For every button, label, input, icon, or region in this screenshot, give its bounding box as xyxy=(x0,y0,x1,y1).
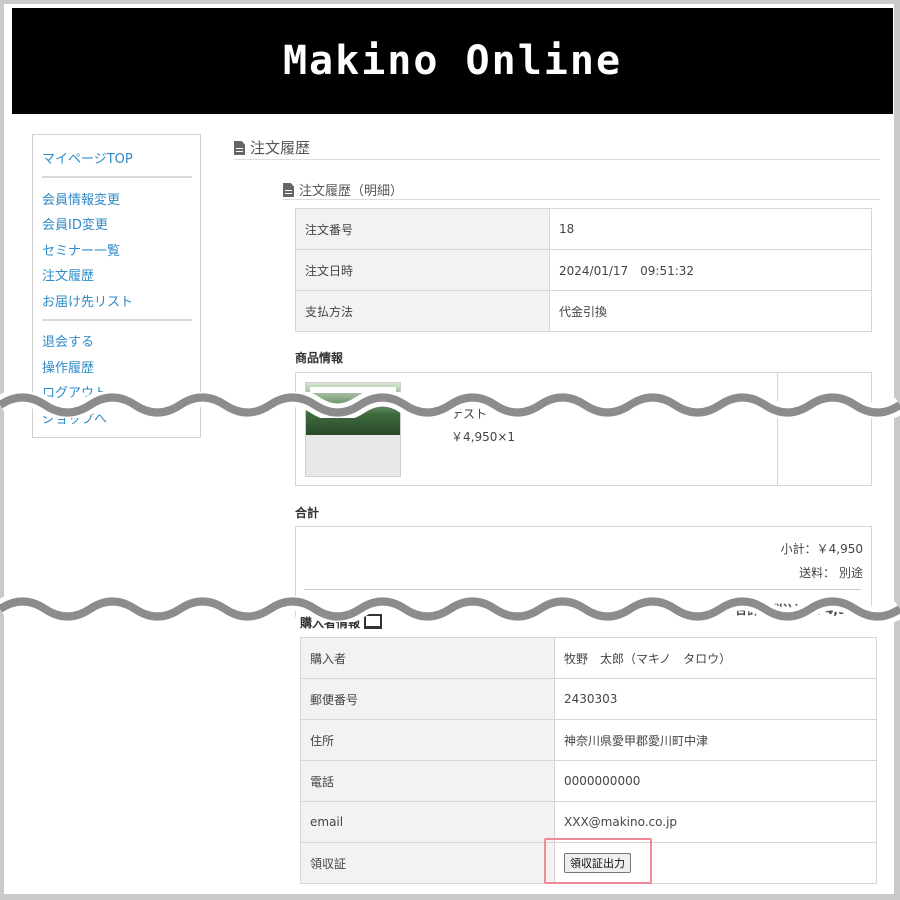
page-cut-wave-bottom xyxy=(0,596,900,622)
email-value: XXX@makino.co.jp xyxy=(554,801,877,843)
table-row: 注文日時 2024/01/17 09:51:32 xyxy=(295,249,872,291)
sidebar-item-operation-history[interactable]: 操作履歴 xyxy=(42,357,94,376)
sidebar-item-seminars[interactable]: セミナー一覧 xyxy=(42,240,120,259)
totals-divider xyxy=(304,589,861,590)
table-row: 注文番号 18 xyxy=(295,208,872,250)
shipping: 送料： 別途 xyxy=(799,566,863,580)
page-cut-wave-top xyxy=(0,392,900,418)
address-value: 神奈川県愛甲郡愛川町中津 xyxy=(554,719,877,761)
email-key: email xyxy=(300,801,555,843)
sidebar-item-mypage-top[interactable]: マイページTOP xyxy=(42,148,133,167)
column-divider xyxy=(777,373,778,485)
table-row: 電話 0000000000 xyxy=(300,760,877,802)
sidebar-divider xyxy=(42,176,192,178)
page-title: 注文履歴 xyxy=(234,137,880,160)
table-row: 購入者 牧野 太郎（マキノ タロウ） xyxy=(300,637,877,679)
page-frame: Makino Online マイページTOP 会員情報変更 会員ID変更 セミナ… xyxy=(4,4,894,894)
document-icon xyxy=(234,141,245,155)
product-item: テスト ￥4,950×1 xyxy=(295,372,872,486)
site-header: Makino Online xyxy=(12,8,893,114)
site-logo[interactable]: Makino Online xyxy=(283,38,622,84)
buyer-name-key: 購入者 xyxy=(300,637,555,679)
buyer-name-value: 牧野 太郎（マキノ タロウ） xyxy=(554,637,877,679)
receipt-key: 領収証 xyxy=(300,842,555,884)
phone-key: 電話 xyxy=(300,760,555,802)
table-row: 支払方法 代金引換 xyxy=(295,290,872,332)
page-subtitle: 注文履歴（明細） xyxy=(283,180,880,200)
order-info-table: 注文番号 18 注文日時 2024/01/17 09:51:32 支払方法 代金… xyxy=(295,208,872,332)
table-row: email XXX@makino.co.jp xyxy=(300,801,877,843)
table-row: 郵便番号 2430303 xyxy=(300,678,877,720)
receipt-button-highlight xyxy=(544,838,652,884)
order-date-key: 注文日時 xyxy=(295,249,550,291)
sidebar-item-member-info[interactable]: 会員情報変更 xyxy=(42,189,120,208)
order-number-key: 注文番号 xyxy=(295,208,550,250)
postal-code-value: 2430303 xyxy=(554,678,877,720)
sidebar-item-withdraw[interactable]: 退会する xyxy=(42,331,94,350)
payment-method-key: 支払方法 xyxy=(295,290,550,332)
subtotal: 小計：￥4,950 xyxy=(780,542,863,556)
sidebar-item-order-history[interactable]: 注文履歴 xyxy=(42,265,94,284)
order-date-value: 2024/01/17 09:51:32 xyxy=(549,249,872,291)
table-row: 住所 神奈川県愛甲郡愛川町中津 xyxy=(300,719,877,761)
sidebar-item-member-id[interactable]: 会員ID変更 xyxy=(42,214,108,233)
sidebar-item-address-list[interactable]: お届け先リスト xyxy=(42,291,133,310)
document-icon xyxy=(283,183,294,197)
phone-value: 0000000000 xyxy=(554,760,877,802)
postal-code-key: 郵便番号 xyxy=(300,678,555,720)
totals-heading: 合計 xyxy=(295,506,320,520)
page-title-text: 注文履歴 xyxy=(250,139,311,157)
sidebar-divider xyxy=(42,319,192,321)
page-subtitle-text: 注文履歴（明細） xyxy=(299,184,404,199)
products-heading: 商品情報 xyxy=(295,351,344,365)
product-price-qty: ￥4,950×1 xyxy=(451,430,516,444)
address-key: 住所 xyxy=(300,719,555,761)
payment-method-value: 代金引換 xyxy=(549,290,872,332)
order-number-value: 18 xyxy=(549,208,872,250)
